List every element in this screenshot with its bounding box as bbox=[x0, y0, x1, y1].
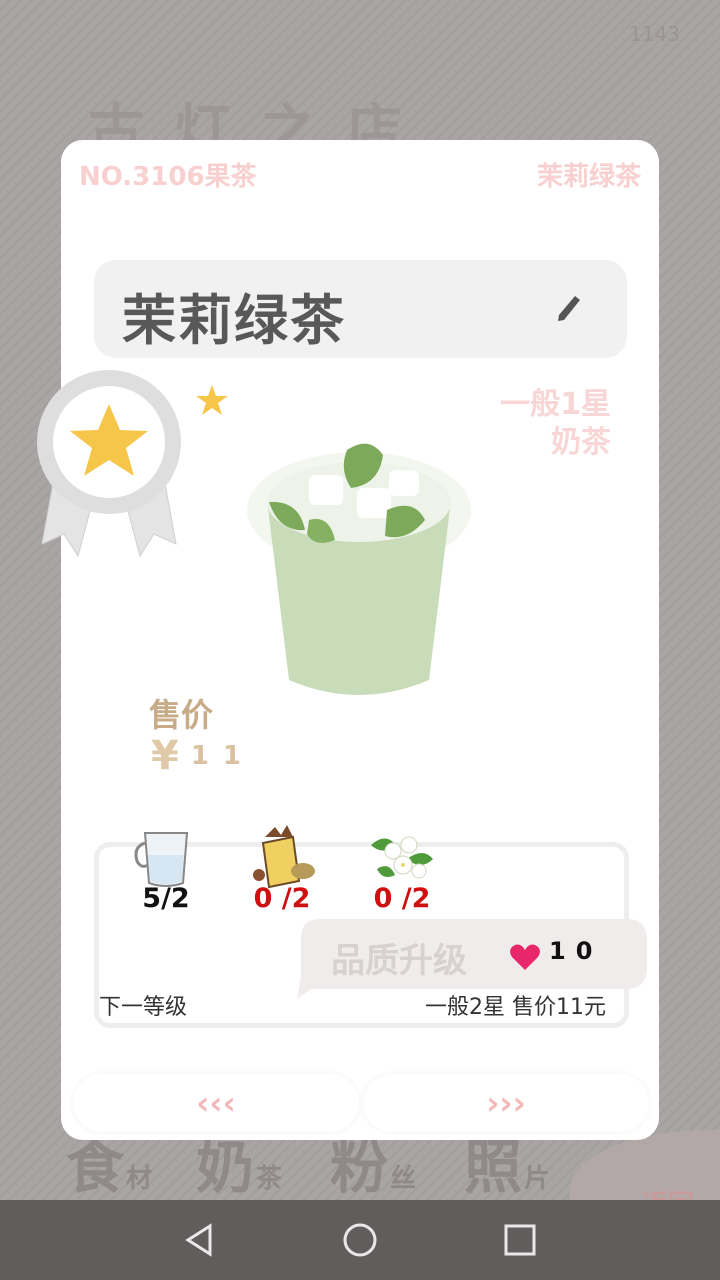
recents-square-icon[interactable] bbox=[500, 1220, 540, 1260]
star-icon bbox=[196, 385, 228, 415]
next-level-label: 下一等级 bbox=[99, 995, 188, 1020]
price-value: 11 bbox=[190, 741, 256, 771]
award-ribbon-icon bbox=[37, 370, 181, 558]
previous-drink-button[interactable]: ‹‹‹ bbox=[73, 1074, 359, 1132]
drink-name-box[interactable]: 茉莉绿茶 bbox=[94, 260, 627, 358]
upgrade-cost: 10 bbox=[549, 937, 603, 965]
next-level-value: 一般2星 售价11元 bbox=[425, 995, 606, 1020]
home-circle-icon[interactable] bbox=[340, 1220, 380, 1260]
drink-cup-image bbox=[247, 443, 471, 695]
upgrade-label: 品质升级 bbox=[331, 941, 467, 981]
ingredient-slot[interactable]: 0 /2 bbox=[357, 825, 447, 914]
recipe-number: NO.3106果茶 bbox=[79, 162, 257, 192]
next-drink-button[interactable]: ››› bbox=[363, 1074, 649, 1132]
back-triangle-icon[interactable] bbox=[180, 1220, 220, 1260]
heart-icon bbox=[510, 944, 540, 970]
background-counter: 1143 bbox=[629, 22, 680, 46]
recipe-category: 茉莉绿茶 bbox=[536, 162, 641, 192]
ingredient-count: 5/2 bbox=[142, 883, 190, 914]
ingredient-count: 0 /2 bbox=[373, 883, 431, 914]
drink-grade: 一般1星 奶茶 bbox=[500, 387, 611, 460]
currency-symbol: ¥ bbox=[151, 733, 179, 779]
jasmine-flower-icon bbox=[371, 836, 433, 879]
ingredients-panel: 5/2 0 /2 0 /2 品质升级 10 下一等级 一般2星 售价11元 bbox=[94, 825, 647, 1028]
drink-name: 茉莉绿茶 bbox=[122, 289, 346, 352]
water-glass-icon bbox=[134, 832, 189, 887]
edit-pencil-icon[interactable] bbox=[553, 293, 583, 323]
system-navigation-bar bbox=[0, 1200, 720, 1280]
price-display: ¥ 11 bbox=[151, 733, 256, 779]
drink-detail-card: NO.3106果茶 茉莉绿茶 茉莉绿茶 一般1星 奶茶 售价 ¥ 11 5/2 … bbox=[61, 140, 659, 1140]
quality-upgrade-button[interactable]: 品质升级 10 bbox=[297, 917, 649, 999]
ingredient-slot[interactable]: 5/2 bbox=[121, 825, 211, 914]
ingredient-count: 0 /2 bbox=[253, 883, 311, 914]
price-label: 售价 bbox=[149, 696, 214, 734]
tea-can-icon bbox=[253, 825, 315, 889]
ingredient-slot[interactable]: 0 /2 bbox=[237, 825, 327, 914]
